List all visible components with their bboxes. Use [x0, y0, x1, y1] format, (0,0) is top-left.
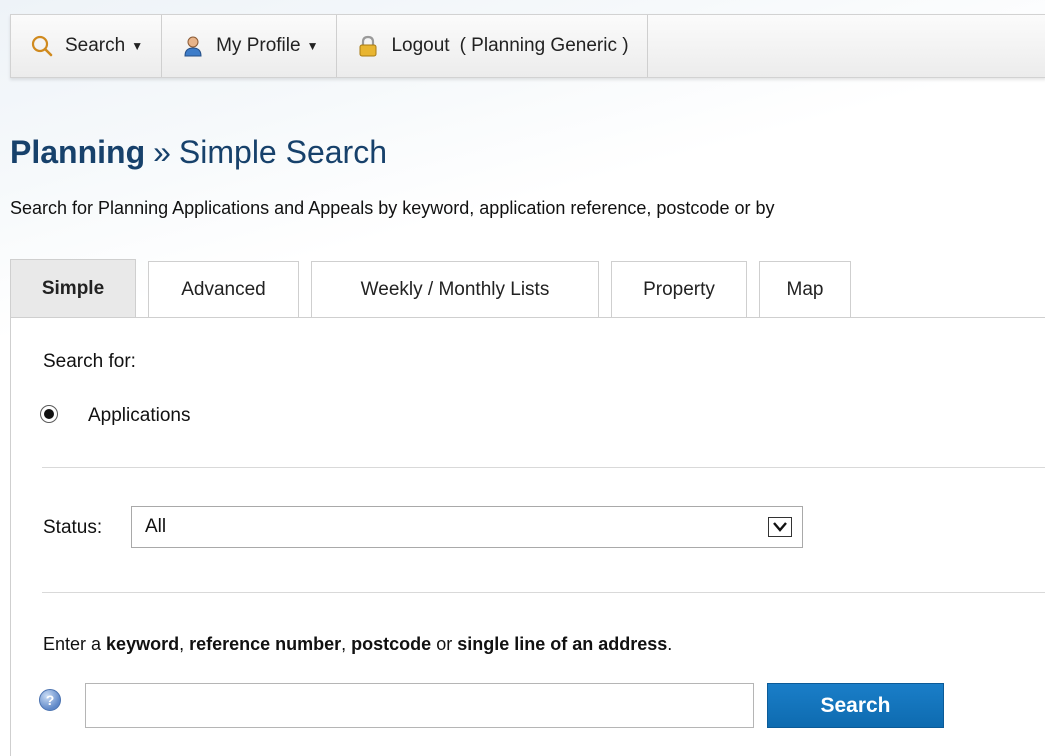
tab-weekly-monthly-lists[interactable]: Weekly / Monthly Lists — [311, 261, 599, 317]
nav-search-menu[interactable]: Search ▼ — [11, 15, 163, 77]
search-tabs: Simple Advanced Weekly / Monthly Lists P… — [10, 259, 863, 317]
nav-profile-menu[interactable]: My Profile ▼ — [162, 15, 338, 77]
logged-in-user: ( Planning Generic ) — [459, 35, 629, 56]
intro-text: Search for Planning Applications and App… — [10, 198, 775, 218]
nav-logout-label: Logout — [391, 35, 450, 56]
search-button[interactable]: Search — [767, 683, 944, 728]
instruction-text: , — [341, 634, 352, 654]
instruction-text: Enter a — [43, 634, 107, 654]
status-select[interactable]: All — [131, 506, 803, 548]
nav-logout[interactable]: Logout ( Planning Generic ) — [337, 15, 648, 77]
instruction-address: single line of an address — [457, 634, 668, 654]
page-title-text: Simple Search — [178, 134, 387, 170]
search-instructions: Enter a keyword, reference number, postc… — [43, 634, 672, 655]
tab-property[interactable]: Property — [611, 261, 747, 317]
applications-radio-label[interactable]: Applications — [88, 405, 190, 427]
status-select-value: All — [145, 516, 167, 537]
search-for-label: Search for: — [43, 351, 136, 372]
help-icon[interactable]: ? — [39, 689, 61, 711]
search-icon — [31, 35, 53, 57]
divider — [42, 467, 1045, 468]
search-query-input[interactable] — [85, 683, 754, 728]
status-label: Status: — [43, 517, 103, 538]
chevron-down-icon: ▼ — [131, 39, 144, 53]
instruction-reference: reference number — [189, 634, 342, 654]
user-icon — [182, 35, 204, 57]
instruction-text: . — [667, 634, 673, 654]
page-title: Planning» Simple Search — [10, 134, 387, 171]
tab-simple[interactable]: Simple — [10, 259, 136, 317]
chevron-down-icon[interactable] — [768, 517, 792, 537]
lock-icon — [357, 35, 379, 57]
tab-advanced[interactable]: Advanced — [148, 261, 299, 317]
instruction-text: , — [179, 634, 190, 654]
applications-radio[interactable] — [40, 405, 58, 423]
instruction-keyword: keyword — [106, 634, 180, 654]
breadcrumb-planning[interactable]: Planning — [10, 134, 145, 170]
instruction-postcode: postcode — [351, 634, 432, 654]
instruction-text: or — [431, 634, 458, 654]
tab-map[interactable]: Map — [759, 261, 851, 317]
top-nav-bar: Search ▼ My Profile ▼ Logout ( Planning … — [10, 14, 1045, 78]
divider — [42, 592, 1045, 593]
nav-profile-label: My Profile — [216, 35, 301, 56]
breadcrumb-separator: » — [153, 134, 171, 170]
chevron-down-icon: ▼ — [306, 39, 319, 53]
nav-search-label: Search — [65, 35, 126, 56]
